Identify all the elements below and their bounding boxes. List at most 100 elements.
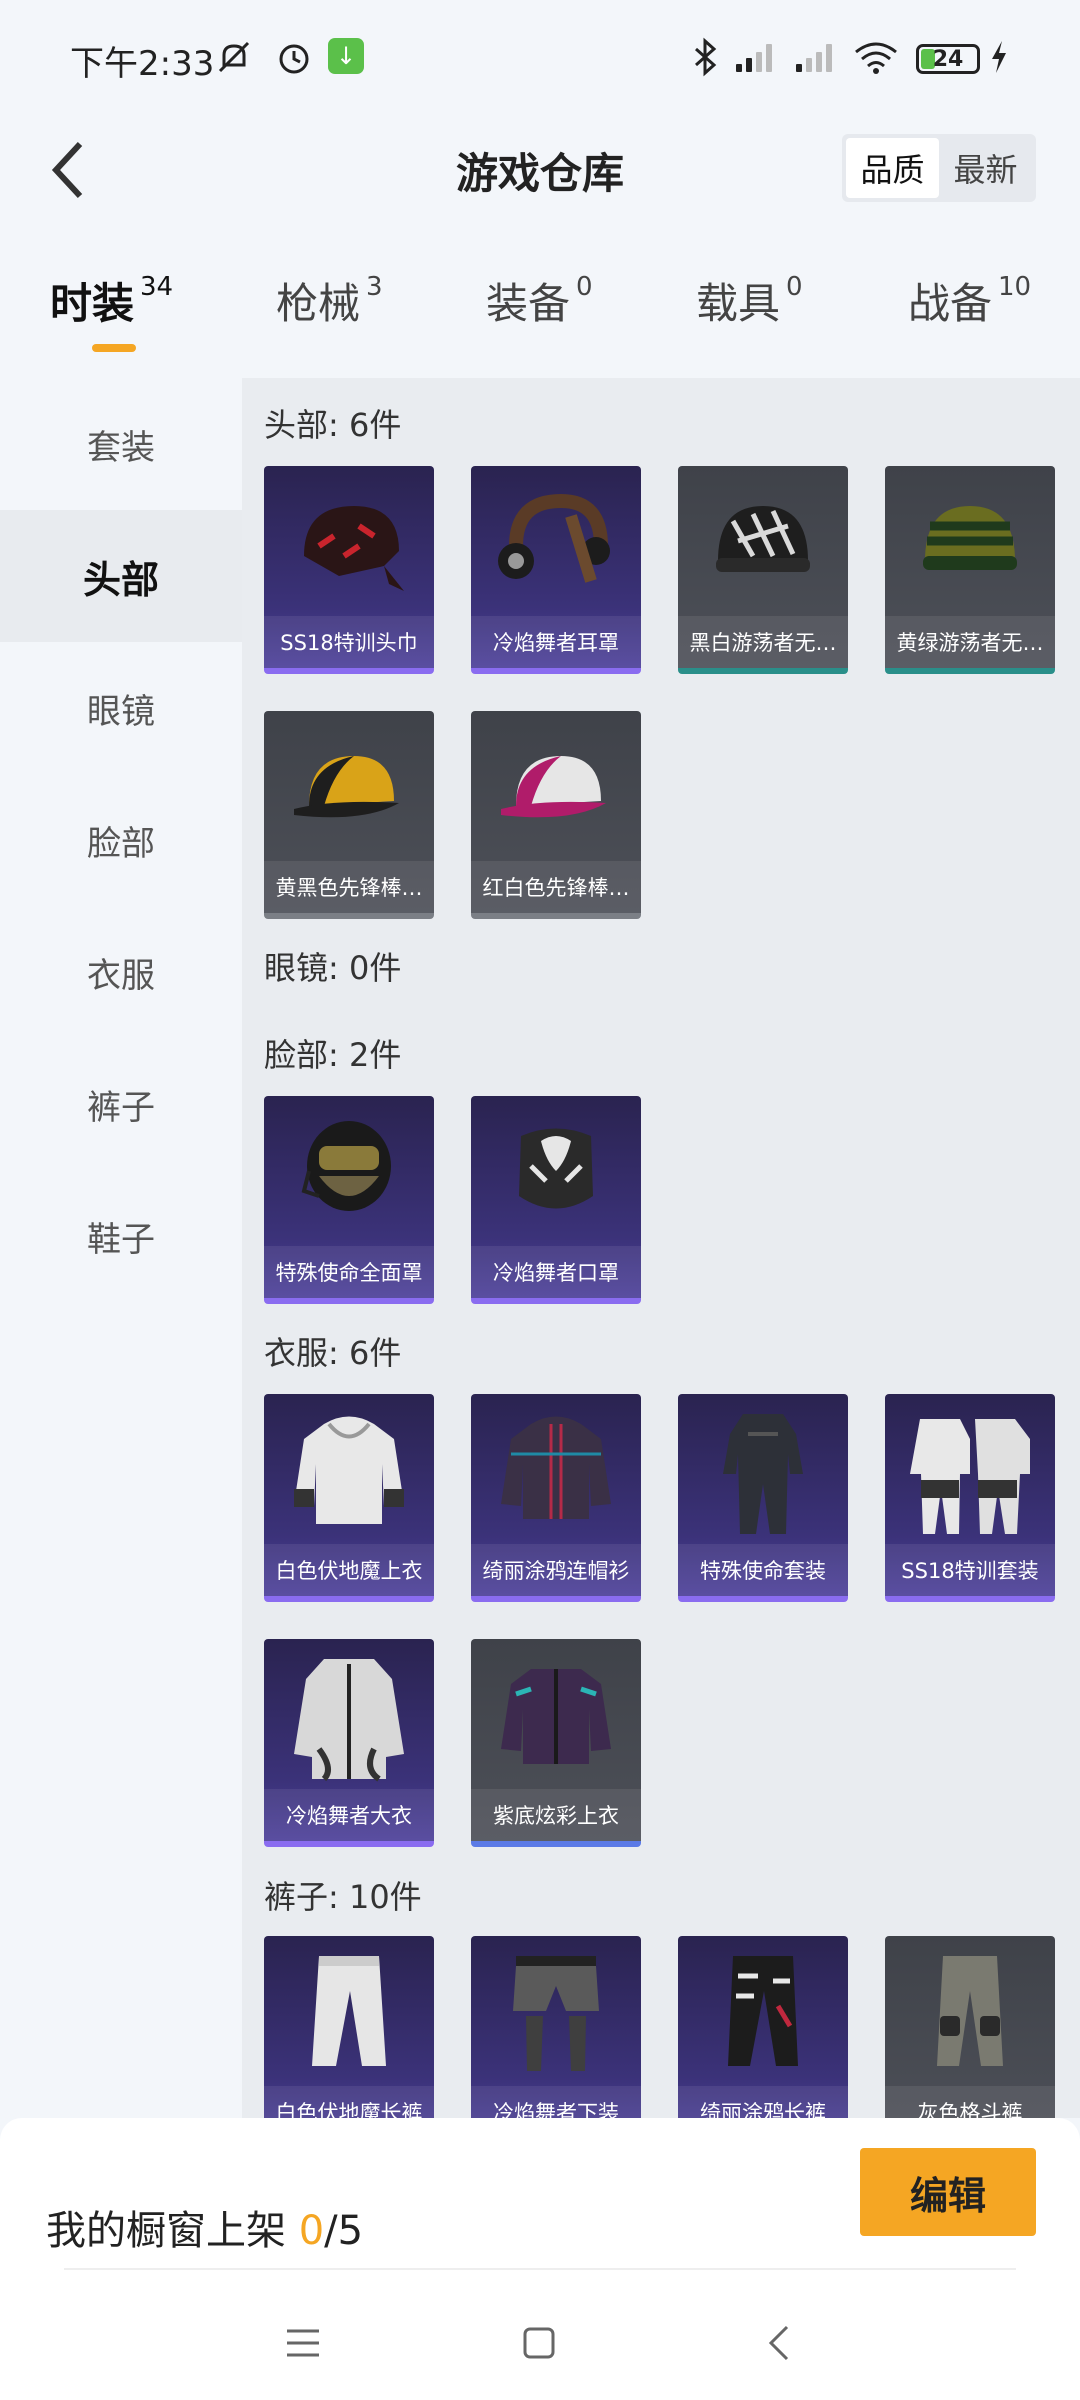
active-tab-indicator [92, 344, 136, 352]
item-card[interactable]: 特殊使命套装 [678, 1394, 848, 1602]
download-badge-icon: ↓ [328, 38, 364, 74]
sidebar-item-clothes[interactable]: 衣服 [0, 906, 242, 1038]
tab-fashion[interactable]: 时装 34 [50, 270, 173, 331]
tab-battle-gear[interactable]: 战备 10 [908, 270, 1031, 331]
item-name: 黄黑色先锋棒… [264, 861, 434, 913]
showcase-panel: 我的橱窗上架 0/5 编辑 [0, 2118, 1080, 2400]
item-name: 冷焰舞者口罩 [471, 1246, 641, 1298]
sort-option-latest[interactable]: 最新 [939, 138, 1032, 198]
tab-equipment[interactable]: 装备 0 [486, 270, 593, 331]
showcase-max: 5 [337, 2208, 364, 2254]
cap-icon [501, 756, 606, 818]
item-grid: 头部: 6件 SS18特训头巾 冷焰舞者耳罩 黑白游荡者无… 黄绿游荡者无… 黄… [242, 378, 1080, 2118]
item-card[interactable]: 绮丽涂鸦连帽衫 [471, 1394, 641, 1602]
item-card[interactable]: 紫底炫彩上衣 [471, 1639, 641, 1847]
tab-label: 时装 [50, 279, 135, 328]
item-name: SS18特训套装 [885, 1544, 1055, 1596]
item-card[interactable]: 黑白游荡者无… [678, 466, 848, 674]
bluetooth-icon [690, 37, 720, 77]
beanie-icon [716, 506, 810, 572]
status-time: 下午2:33 [70, 44, 215, 84]
item-card[interactable]: SS18特训套装 [885, 1394, 1055, 1602]
item-card[interactable]: SS18特训头巾 [264, 466, 434, 674]
pants-icon [937, 1956, 1003, 2066]
wifi-icon [852, 38, 900, 76]
home-icon[interactable] [504, 2308, 574, 2378]
shorts-icon [513, 1956, 599, 2071]
tab-label: 装备 [486, 279, 571, 328]
tab-label: 枪械 [276, 279, 361, 328]
cap-icon [294, 756, 399, 818]
section-title-clothes: 衣服: 6件 [264, 1334, 402, 1372]
battery-percent: 24 [932, 46, 964, 72]
section-title-head: 头部: 6件 [264, 406, 402, 444]
bandana-icon [304, 506, 404, 591]
item-card[interactable]: 黄绿游荡者无… [885, 466, 1055, 674]
item-card[interactable]: 冷焰舞者下装 [471, 1936, 641, 2118]
edit-button[interactable]: 编辑 [860, 2148, 1036, 2236]
item-name: 绮丽涂鸦连帽衫 [471, 1544, 641, 1596]
sidebar-item-pants[interactable]: 裤子 [0, 1038, 242, 1170]
tab-guns[interactable]: 枪械 3 [276, 270, 383, 331]
showcase-label: 我的橱窗上架 [46, 2208, 286, 2254]
bell-off-icon [214, 38, 254, 76]
showcase-status: 我的橱窗上架 0/5 [46, 2198, 363, 2256]
item-name: 黄绿游荡者无… [885, 616, 1055, 668]
tab-vehicles[interactable]: 载具 0 [696, 270, 803, 331]
item-card[interactable]: 灰色格斗裤 [885, 1936, 1055, 2118]
item-card[interactable]: 白色伏地魔上衣 [264, 1394, 434, 1602]
item-name: 紫底炫彩上衣 [471, 1789, 641, 1841]
item-name: 特殊使命全面罩 [264, 1246, 434, 1298]
sidebar: 套装 头部 眼镜 脸部 衣服 裤子 鞋子 [0, 378, 242, 2118]
item-card[interactable]: 黄黑色先锋棒… [264, 711, 434, 919]
sort-option-quality[interactable]: 品质 [846, 138, 939, 198]
beanie-icon [923, 506, 1017, 570]
sidebar-item-sets[interactable]: 套装 [0, 378, 242, 510]
tab-count: 34 [140, 272, 174, 302]
coat-icon [294, 1659, 404, 1782]
item-card[interactable]: 冷焰舞者口罩 [471, 1096, 641, 1304]
hoodie-icon [501, 1416, 611, 1519]
item-card[interactable]: 特殊使命全面罩 [264, 1096, 434, 1304]
pants-icon [312, 1956, 386, 2066]
item-name: 红白色先锋棒… [471, 861, 641, 913]
item-card[interactable]: 冷焰舞者耳罩 [471, 466, 641, 674]
suit-icon [723, 1414, 803, 1534]
signal-icon [796, 42, 832, 72]
suit-icon [910, 1419, 1030, 1534]
sidebar-item-shoes[interactable]: 鞋子 [0, 1170, 242, 1302]
tab-count: 10 [998, 272, 1032, 302]
sidebar-item-face[interactable]: 脸部 [0, 774, 242, 906]
item-name: 白色伏地魔长裤 [264, 2086, 434, 2118]
helmet-mask-icon [301, 1121, 391, 1211]
sidebar-item-head[interactable]: 头部 [0, 510, 242, 642]
item-name: SS18特训头巾 [264, 616, 434, 668]
tab-count: 0 [576, 272, 593, 302]
showcase-current: 0 [298, 2208, 325, 2254]
tab-count: 3 [366, 272, 383, 302]
section-title-pants: 裤子: 10件 [264, 1878, 422, 1916]
showcase-separator: / [324, 2208, 338, 2254]
item-card[interactable]: 红白色先锋棒… [471, 711, 641, 919]
item-name: 冷焰舞者下装 [471, 2086, 641, 2118]
battery-icon: 24 [916, 44, 980, 74]
back-icon[interactable] [744, 2308, 814, 2378]
item-name: 白色伏地魔上衣 [264, 1544, 434, 1596]
pants-icon [728, 1956, 798, 2066]
signal-hd-icon [736, 42, 772, 72]
tab-label: 载具 [696, 279, 781, 328]
sidebar-item-glasses[interactable]: 眼镜 [0, 642, 242, 774]
menu-icon[interactable] [268, 2308, 338, 2378]
charging-icon [988, 38, 1010, 76]
section-title-glasses: 眼镜: 0件 [264, 949, 402, 987]
item-card[interactable]: 绮丽涂鸦长裤 [678, 1936, 848, 2118]
item-card[interactable]: 冷焰舞者大衣 [264, 1639, 434, 1847]
category-tabs: 时装 34 枪械 3 装备 0 载具 0 战备 10 [0, 270, 1080, 360]
face-mask-icon [519, 1128, 593, 1209]
item-name: 绮丽涂鸦长裤 [678, 2086, 848, 2118]
tab-label: 战备 [908, 279, 993, 328]
item-card[interactable]: 白色伏地魔长裤 [264, 1936, 434, 2118]
status-bar: 下午2:33 ↓ 24 [0, 0, 1080, 118]
section-title-face: 脸部: 2件 [264, 1036, 402, 1074]
jacket-icon [501, 1669, 611, 1764]
